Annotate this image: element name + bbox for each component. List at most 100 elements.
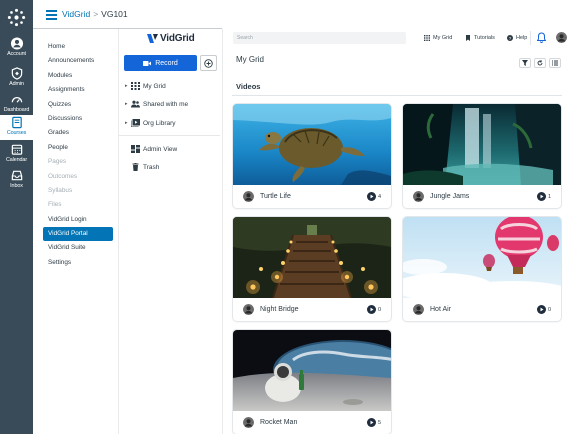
vidgrid-logo-icon [147,34,158,43]
video-card[interactable]: Turtle Life 4 [233,104,391,208]
tree-item-my-grid[interactable]: ▸ My Grid [125,82,166,90]
global-nav-label: Courses [6,130,27,136]
global-nav-account[interactable]: Account [0,36,33,62]
video-title[interactable]: Hot Air [430,306,537,313]
record-button[interactable]: Record [124,55,197,71]
video-thumbnail[interactable] [403,217,561,298]
page-title: My Grid [236,55,264,64]
view-count: 1 [536,192,551,201]
refresh-icon [537,60,543,66]
course-nav-assignments[interactable]: Assignments [43,83,113,97]
tree-item-org-library[interactable]: ▸ Org Library [125,119,176,127]
help-link[interactable]: ? Help [507,32,527,44]
course-nav-vidgrid-login[interactable]: VidGrid Login [43,213,113,227]
user-avatar[interactable] [556,32,567,43]
add-button[interactable] [200,55,217,71]
breadcrumb-app-link[interactable]: VidGrid [62,9,90,19]
global-nav-calendar[interactable]: Calendar [0,142,33,168]
video-title[interactable]: Night Bridge [260,306,367,313]
hamburger-menu-icon[interactable] [46,10,57,20]
global-nav-label: Calendar [5,157,28,163]
dashboard-icon [11,97,22,103]
video-card[interactable]: Night Bridge 0 [233,217,391,321]
course-nav-vidgrid-suite[interactable]: VidGrid Suite [43,241,113,255]
view-count: 0 [536,305,551,314]
course-nav-discussions[interactable]: Discussions [43,112,113,126]
trash-icon [132,163,139,171]
view-count-value: 0 [547,306,551,313]
video-card[interactable]: Rocket Man 5 [233,330,391,434]
video-card[interactable]: Hot Air 0 [403,217,561,321]
course-nav-announcements[interactable]: Announcements [43,54,113,68]
video-card-footer: Hot Air 0 [403,298,561,321]
course-nav-grades[interactable]: Grades [43,126,113,140]
user-avatar [243,191,254,202]
video-thumbnail[interactable] [233,104,391,185]
course-nav-pages[interactable]: Pages [43,155,113,169]
refresh-button[interactable] [534,58,546,68]
admin-view-link[interactable]: Admin View [125,145,177,153]
book-icon [11,116,22,129]
vidgrid-logo[interactable]: VidGrid [147,32,195,45]
course-nav-syllabus[interactable]: Syllabus [43,184,113,198]
dashboard-grid-icon [131,145,140,153]
video-title[interactable]: Turtle Life [260,193,367,200]
admin-view-label: Admin View [143,145,178,153]
view-count: 4 [366,192,381,201]
divider [222,29,223,434]
inbox-icon [11,170,22,181]
video-title[interactable]: Rocket Man [260,419,367,426]
plus-circle-icon [204,58,213,68]
global-nav-admin[interactable]: Admin [0,66,33,92]
course-nav-people[interactable]: People [43,141,113,155]
top-my-grid-link[interactable]: My Grid [424,32,452,44]
tree-item-label: Org Library [143,119,176,127]
view-count-value: 5 [377,419,381,426]
video-card-footer: Rocket Man 5 [233,411,391,434]
tree-item-label: My Grid [143,82,166,90]
video-thumbnail[interactable] [233,217,391,298]
user-icon [10,37,23,50]
calendar-icon [11,144,22,155]
filter-button[interactable] [519,58,531,68]
people-icon [131,100,140,108]
video-camera-icon [143,60,152,66]
course-nav-quizzes[interactable]: Quizzes [43,98,113,112]
global-nav-inbox[interactable]: Inbox [0,168,33,194]
app-root: Account Admin Dashboard Courses Calendar… [0,0,575,434]
canvas-logo-icon[interactable] [7,8,26,27]
divider [119,135,220,136]
view-count: 5 [366,418,381,427]
list-view-button[interactable] [549,58,561,68]
play-icon [366,305,376,314]
global-nav-label: Inbox [10,183,23,189]
video-title[interactable]: Jungle Jams [430,193,537,200]
video-thumbnail[interactable] [233,330,391,411]
global-nav-label: Dashboard [3,107,30,113]
global-nav: Account Admin Dashboard Courses Calendar… [0,0,33,434]
trash-label: Trash [143,163,160,171]
shield-icon [11,67,22,80]
global-nav-courses[interactable]: Courses [0,115,33,140]
course-nav-files[interactable]: Files [43,198,113,212]
notification-bell-icon[interactable] [537,32,546,43]
breadcrumb: VidGrid > VG101 [62,9,128,19]
trash-link[interactable]: Trash [125,163,159,171]
view-count-value: 1 [547,193,551,200]
search-input[interactable]: Search [233,32,406,44]
top-link-label: Tutorials [474,35,495,41]
course-nav-settings[interactable]: Settings [43,256,113,270]
course-nav-vidgrid-portal[interactable]: VidGrid Portal [43,227,113,242]
grid-icon [424,35,430,41]
top-link-label: My Grid [433,35,453,41]
video-card[interactable]: Jungle Jams 1 [403,104,561,208]
vidgrid-logo-text: VidGrid [160,33,195,44]
course-nav-home[interactable]: Home [43,40,113,54]
tutorials-link[interactable]: Tutorials [465,32,495,44]
tree-item-shared-with-me[interactable]: ▸ Shared with me [125,100,188,108]
course-nav-modules[interactable]: Modules [43,69,113,83]
section-heading: Videos [236,82,261,91]
video-thumbnail[interactable] [403,104,561,185]
course-nav-outcomes[interactable]: Outcomes [43,170,113,184]
divider [232,95,562,96]
